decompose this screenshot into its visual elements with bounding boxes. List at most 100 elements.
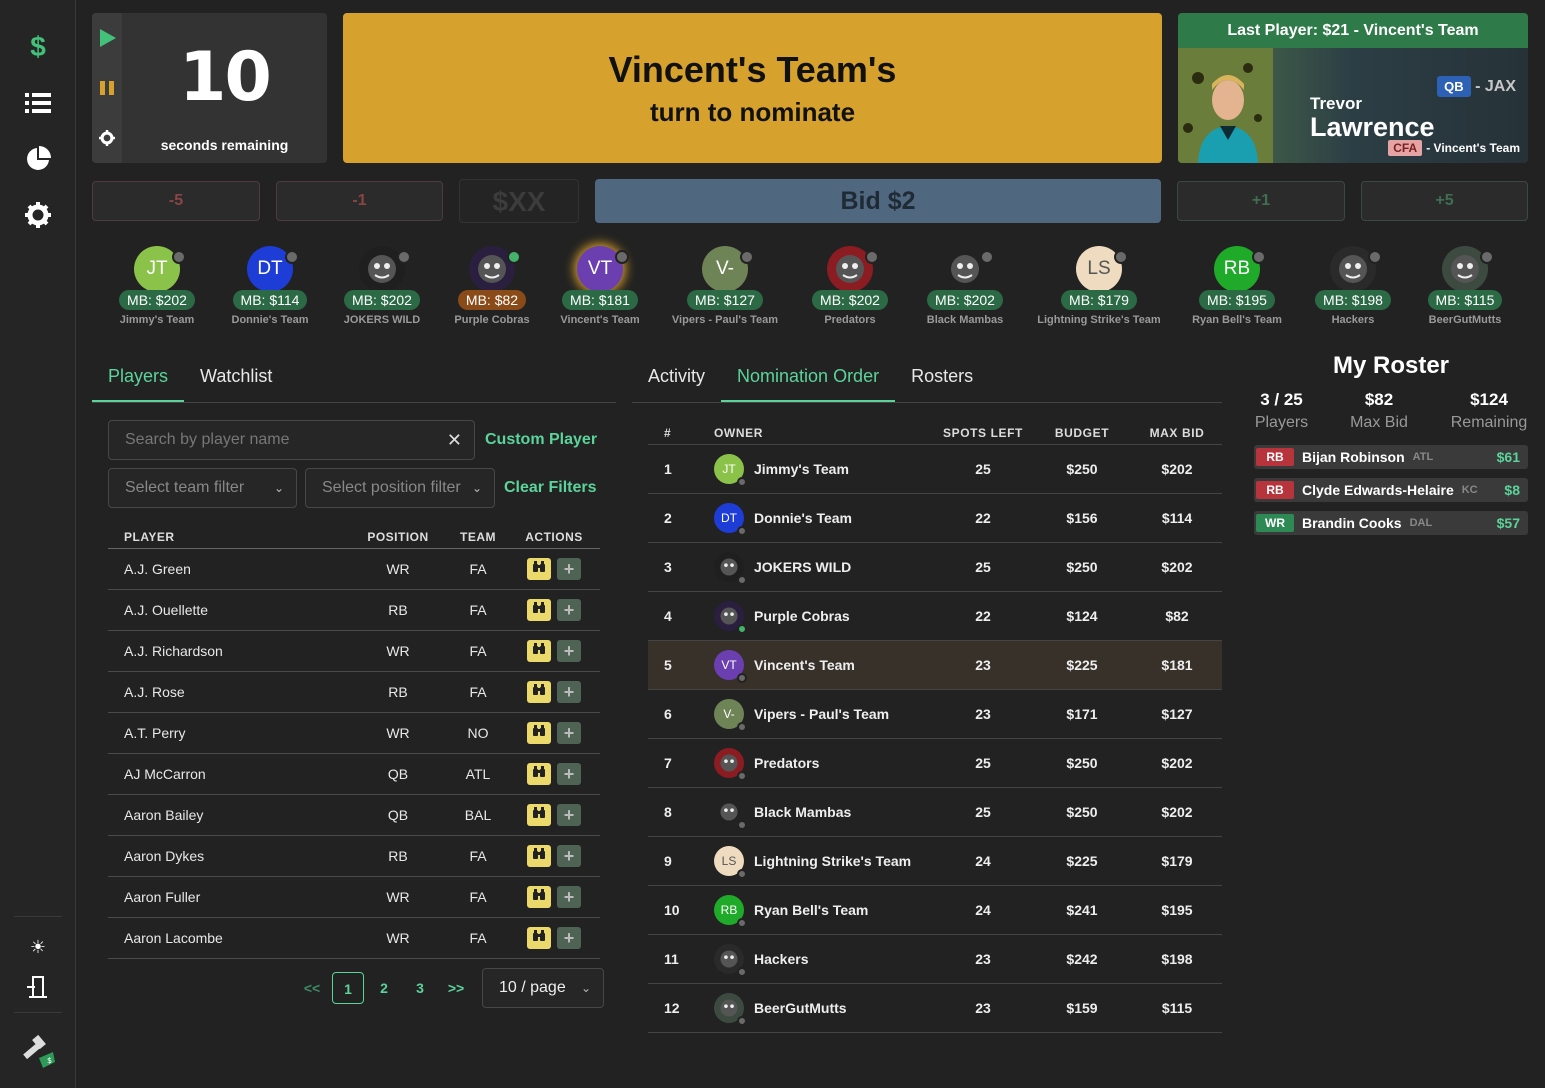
joker-logo-icon xyxy=(359,246,411,292)
position-filter-select[interactable]: Select position filter ⌄ xyxy=(305,468,495,508)
table-row[interactable]: A.J. Rose RB FA + xyxy=(108,671,600,713)
table-row[interactable]: Aaron Lacombe WR FA + xyxy=(108,917,600,959)
add-to-watchlist-icon[interactable]: + xyxy=(557,885,581,908)
roster-player-row[interactable]: RB Bijan Robinson ATL $61 xyxy=(1254,445,1528,469)
search-input[interactable]: Search by player name ✕ xyxy=(108,420,475,460)
tab-rosters[interactable]: Rosters xyxy=(895,354,989,402)
bid-button[interactable]: Bid $2 xyxy=(595,179,1161,223)
tab-players[interactable]: Players xyxy=(92,354,185,402)
binoculars-icon[interactable] xyxy=(527,926,551,949)
page-button-3[interactable]: 3 xyxy=(404,972,436,1004)
table-row[interactable]: A.J. Richardson WR FA + xyxy=(108,630,600,672)
table-row[interactable]: Aaron Bailey QB BAL + xyxy=(108,794,600,836)
add-to-watchlist-icon[interactable]: + xyxy=(557,557,581,580)
table-row[interactable]: Aaron Dykes RB FA + xyxy=(108,835,600,877)
owner-name: Black Mambas xyxy=(754,803,852,820)
next-page-button[interactable]: >> xyxy=(440,972,472,1004)
binoculars-icon[interactable] xyxy=(527,844,551,867)
player-position: WR xyxy=(348,876,448,918)
team-card[interactable]: MB: $202 Black Mambas xyxy=(895,246,1035,326)
team-card[interactable]: V- MB: $127 Vipers - Paul's Team xyxy=(655,246,795,326)
pause-icon[interactable] xyxy=(100,81,114,100)
dollar-icon[interactable]: $ xyxy=(23,31,53,62)
binoculars-icon[interactable] xyxy=(527,598,551,621)
binoculars-icon[interactable] xyxy=(527,803,551,826)
nomination-number: 12 xyxy=(648,983,714,1033)
add-to-watchlist-icon[interactable]: + xyxy=(557,721,581,744)
exit-door-icon[interactable] xyxy=(23,972,53,1002)
team-card[interactable]: VT MB: $181 Vincent's Team xyxy=(530,246,670,326)
player-team: FA xyxy=(448,876,508,918)
bid-plus-1-button[interactable]: +1 xyxy=(1177,181,1345,221)
binoculars-icon[interactable] xyxy=(527,639,551,662)
add-to-watchlist-icon[interactable]: + xyxy=(557,680,581,703)
add-to-watchlist-icon[interactable]: + xyxy=(557,844,581,867)
team-card[interactable]: MB: $115 BeerGutMutts xyxy=(1395,246,1535,326)
add-to-watchlist-icon[interactable]: + xyxy=(557,639,581,662)
budget: $225 xyxy=(1032,836,1132,886)
owner-name: Lightning Strike's Team xyxy=(754,852,912,869)
table-row[interactable]: A.J. Ouellette RB FA + xyxy=(108,589,600,631)
clear-filters-button[interactable]: Clear Filters xyxy=(504,479,596,497)
custom-player-button[interactable]: Custom Player xyxy=(485,431,597,449)
stat-label: Max Bid xyxy=(1350,414,1408,431)
max-bid: $195 xyxy=(1132,885,1222,935)
max-bid-badge: MB: $202 xyxy=(927,290,1003,310)
add-to-watchlist-icon[interactable]: + xyxy=(557,926,581,949)
add-to-watchlist-icon[interactable]: + xyxy=(557,762,581,785)
pagination: << 1 2 3 >> 10 / page ⌄ xyxy=(296,968,604,1008)
tab-watchlist[interactable]: Watchlist xyxy=(184,354,288,402)
player-actions: + xyxy=(508,630,600,672)
tab-activity[interactable]: Activity xyxy=(632,354,721,402)
binoculars-icon[interactable] xyxy=(527,680,551,703)
pie-chart-icon[interactable] xyxy=(23,144,53,174)
custom-bid-input[interactable]: $XX xyxy=(459,179,579,223)
budget: $171 xyxy=(1032,689,1132,739)
prev-page-button[interactable]: << xyxy=(296,972,328,1004)
clear-search-icon[interactable]: ✕ xyxy=(447,421,462,459)
add-to-watchlist-icon[interactable]: + xyxy=(557,803,581,826)
column-header: ACTIONS xyxy=(508,526,600,549)
add-to-watchlist-icon[interactable]: + xyxy=(557,598,581,621)
player-team: FA xyxy=(448,589,508,631)
status-dot-icon xyxy=(865,250,879,264)
table-row[interactable]: A.J. Green WR FA + xyxy=(108,548,600,590)
list-icon[interactable] xyxy=(23,88,53,118)
team-avatar: VT xyxy=(577,246,629,292)
bid-plus-5-button[interactable]: +5 xyxy=(1361,181,1528,221)
team-card[interactable]: LS MB: $179 Lightning Strike's Team xyxy=(1029,246,1169,326)
binoculars-icon[interactable] xyxy=(527,557,551,580)
owner: JT Jimmy's Team xyxy=(714,453,934,487)
tab-nomination-order[interactable]: Nomination Order xyxy=(721,354,896,402)
page-size-select[interactable]: 10 / page ⌄ xyxy=(482,968,604,1008)
nomination-number: 5 xyxy=(648,640,714,690)
team-initials: RB xyxy=(1223,258,1251,279)
mamba-logo-icon xyxy=(942,246,994,292)
page-button-1[interactable]: 1 xyxy=(332,972,364,1004)
position-filter-placeholder: Select position filter xyxy=(322,479,461,496)
position-badge: WR xyxy=(1256,514,1294,532)
page-button-2[interactable]: 2 xyxy=(368,972,400,1004)
binoculars-icon[interactable] xyxy=(527,762,551,785)
nomination-number: 10 xyxy=(648,885,714,935)
roster-player-name: Bijan Robinson xyxy=(1302,449,1405,465)
table-row[interactable]: Aaron Fuller WR FA + xyxy=(108,876,600,918)
table-row[interactable]: A.T. Perry WR NO + xyxy=(108,712,600,754)
binoculars-icon[interactable] xyxy=(527,885,551,908)
settings-gear-icon[interactable] xyxy=(23,200,53,230)
binoculars-icon[interactable] xyxy=(527,721,551,744)
owner-cell: JT Jimmy's Team xyxy=(714,444,934,494)
player-actions: + xyxy=(508,548,600,590)
theme-sun-icon[interactable]: ☀ xyxy=(23,932,53,962)
roster-player-row[interactable]: WR Brandin Cooks DAL $57 xyxy=(1254,511,1528,535)
bid-minus-1-button[interactable]: -1 xyxy=(276,181,443,221)
roster-player-team: DAL xyxy=(1409,517,1433,529)
bid-minus-5-button[interactable]: -5 xyxy=(92,181,260,221)
status-dot-icon xyxy=(172,250,186,264)
timer-settings-gear-icon[interactable] xyxy=(99,130,115,151)
table-row[interactable]: AJ McCarron QB ATL + xyxy=(108,753,600,795)
play-icon[interactable] xyxy=(100,29,116,52)
owner-avatar: V- xyxy=(714,698,747,732)
roster-player-row[interactable]: RB Clyde Edwards-Helaire KC $8 xyxy=(1254,478,1528,502)
team-filter-select[interactable]: Select team filter ⌄ xyxy=(108,468,297,508)
